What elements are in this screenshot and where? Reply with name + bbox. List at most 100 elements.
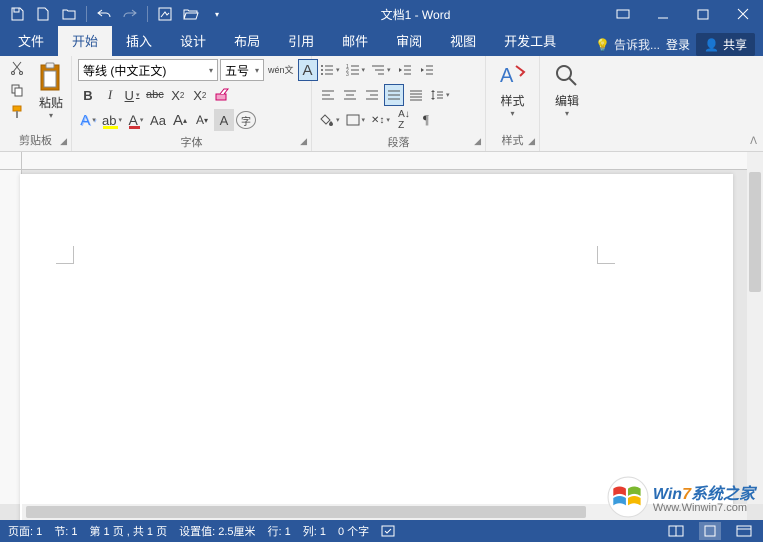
web-layout-icon[interactable]	[733, 522, 755, 540]
group-styles-label: 样式	[502, 132, 524, 148]
tab-layout[interactable]: 布局	[220, 26, 274, 56]
margin-mark-tr	[597, 246, 615, 264]
clear-format-button[interactable]	[212, 84, 232, 106]
redo-icon[interactable]	[119, 3, 141, 25]
shading-button[interactable]: ▾	[318, 109, 342, 131]
scrollbar-thumb[interactable]	[749, 172, 761, 292]
clipboard-dialog-icon[interactable]: ◢	[60, 136, 67, 147]
folder-open-icon[interactable]	[180, 3, 202, 25]
decrease-indent-button[interactable]	[395, 59, 415, 81]
increase-indent-button[interactable]	[417, 59, 437, 81]
svg-text:A: A	[500, 65, 514, 87]
ribbon-display-icon[interactable]	[603, 0, 643, 28]
chevron-down-icon: ▾	[209, 66, 213, 75]
subscript-button[interactable]: X2	[168, 84, 188, 106]
editing-button[interactable]: 编辑 ▾	[543, 58, 591, 120]
tab-developer[interactable]: 开发工具	[490, 26, 570, 56]
align-right-button[interactable]	[362, 84, 382, 106]
status-page-of[interactable]: 第 1 页 , 共 1 页	[89, 523, 167, 539]
align-left-button[interactable]	[318, 84, 338, 106]
underline-button[interactable]: U▾	[122, 84, 142, 106]
align-center-button[interactable]	[340, 84, 360, 106]
justify-button[interactable]	[384, 84, 404, 106]
sort-button[interactable]: A↓Z	[394, 109, 414, 131]
page-canvas[interactable]	[20, 174, 733, 520]
print-layout-icon[interactable]	[699, 522, 721, 540]
text-effects-button[interactable]: A▾	[78, 109, 98, 131]
minimize-icon[interactable]	[643, 0, 683, 28]
group-clipboard: 粘贴 ▾ 剪贴板 ◢	[0, 56, 72, 151]
vertical-scrollbar[interactable]	[747, 152, 763, 504]
phonetic-guide-char: 文	[285, 66, 294, 75]
font-dialog-icon[interactable]: ◢	[300, 136, 307, 147]
share-button[interactable]: 👤 共享	[696, 33, 755, 56]
collapse-ribbon-icon[interactable]: ᐱ	[750, 136, 757, 147]
styles-dialog-icon[interactable]: ◢	[528, 136, 535, 147]
grow-font-button[interactable]: A▴	[170, 109, 190, 131]
status-words[interactable]: 0 个字	[338, 523, 369, 539]
line-spacing-button[interactable]: ▾	[428, 84, 452, 106]
tell-me-input[interactable]: 💡 告诉我...	[595, 36, 660, 53]
underline-label: U	[125, 88, 134, 103]
char-shading-button[interactable]: A	[214, 109, 234, 131]
tab-insert[interactable]: 插入	[112, 26, 166, 56]
open-icon[interactable]	[58, 3, 80, 25]
close-icon[interactable]	[723, 0, 763, 28]
distributed-button[interactable]	[406, 84, 426, 106]
text-direction-button[interactable]: ✕↕▾	[369, 109, 392, 131]
styles-button[interactable]: A 样式 ▾	[489, 58, 537, 120]
status-position[interactable]: 设置值: 2.5厘米	[179, 523, 255, 539]
highlight-button[interactable]: ab▾	[100, 109, 124, 131]
scrollbar-thumb[interactable]	[26, 506, 586, 518]
font-name-combo[interactable]: 等线 (中文正文)▾	[78, 59, 218, 81]
tab-design[interactable]: 设计	[166, 26, 220, 56]
bold-button[interactable]: B	[78, 84, 98, 106]
editing-label: 编辑	[555, 92, 579, 109]
paste-button[interactable]: 粘贴 ▾	[32, 58, 70, 122]
borders-button[interactable]: ▾	[344, 109, 368, 131]
enclose-char-button[interactable]: 字	[236, 111, 256, 129]
status-section[interactable]: 节: 1	[54, 523, 77, 539]
shrink-font-button[interactable]: A▾	[192, 109, 212, 131]
superscript-button[interactable]: X2	[190, 84, 210, 106]
horizontal-ruler[interactable]	[22, 152, 747, 170]
font-color-button[interactable]: A▾	[126, 109, 146, 131]
multilevel-list-button[interactable]: ▾	[369, 59, 393, 81]
tab-file[interactable]: 文件	[4, 26, 58, 56]
paragraph-dialog-icon[interactable]: ◢	[474, 136, 481, 147]
tab-home[interactable]: 开始	[58, 26, 112, 56]
chevron-down-icon: ▾	[387, 66, 391, 74]
read-mode-icon[interactable]	[665, 522, 687, 540]
chevron-down-icon: ▾	[140, 116, 144, 124]
new-doc-icon[interactable]	[32, 3, 54, 25]
font-size-combo[interactable]: 五号▾	[220, 59, 264, 81]
margin-mark-tl	[56, 246, 74, 264]
tab-view[interactable]: 视图	[436, 26, 490, 56]
status-page[interactable]: 页面: 1	[8, 523, 42, 539]
status-proofing-icon[interactable]	[381, 524, 397, 538]
status-line[interactable]: 行: 1	[268, 523, 291, 539]
subscript-label: X	[171, 88, 180, 103]
show-marks-button[interactable]: ¶	[416, 109, 436, 131]
format-painter-icon[interactable]	[6, 102, 28, 122]
signin-link[interactable]: 登录	[666, 36, 690, 53]
italic-button[interactable]: I	[100, 84, 120, 106]
drawing-icon[interactable]	[154, 3, 176, 25]
copy-icon[interactable]	[6, 80, 28, 100]
qat-customize-icon[interactable]: ▾	[206, 3, 228, 25]
tab-mailings[interactable]: 邮件	[328, 26, 382, 56]
cut-icon[interactable]	[6, 58, 28, 78]
maximize-icon[interactable]	[683, 0, 723, 28]
tab-references[interactable]: 引用	[274, 26, 328, 56]
bullets-button[interactable]: ▾	[318, 59, 342, 81]
horizontal-scrollbar[interactable]	[22, 504, 747, 520]
phonetic-guide-button[interactable]: wén文	[266, 59, 296, 81]
strikethrough-button[interactable]: abc	[144, 84, 166, 106]
save-icon[interactable]	[6, 3, 28, 25]
tab-review[interactable]: 审阅	[382, 26, 436, 56]
numbering-button[interactable]: 123▾	[344, 59, 368, 81]
change-case-button[interactable]: Aa	[148, 109, 168, 131]
status-column[interactable]: 列: 1	[303, 523, 326, 539]
undo-icon[interactable]	[93, 3, 115, 25]
vertical-ruler[interactable]	[0, 170, 22, 504]
